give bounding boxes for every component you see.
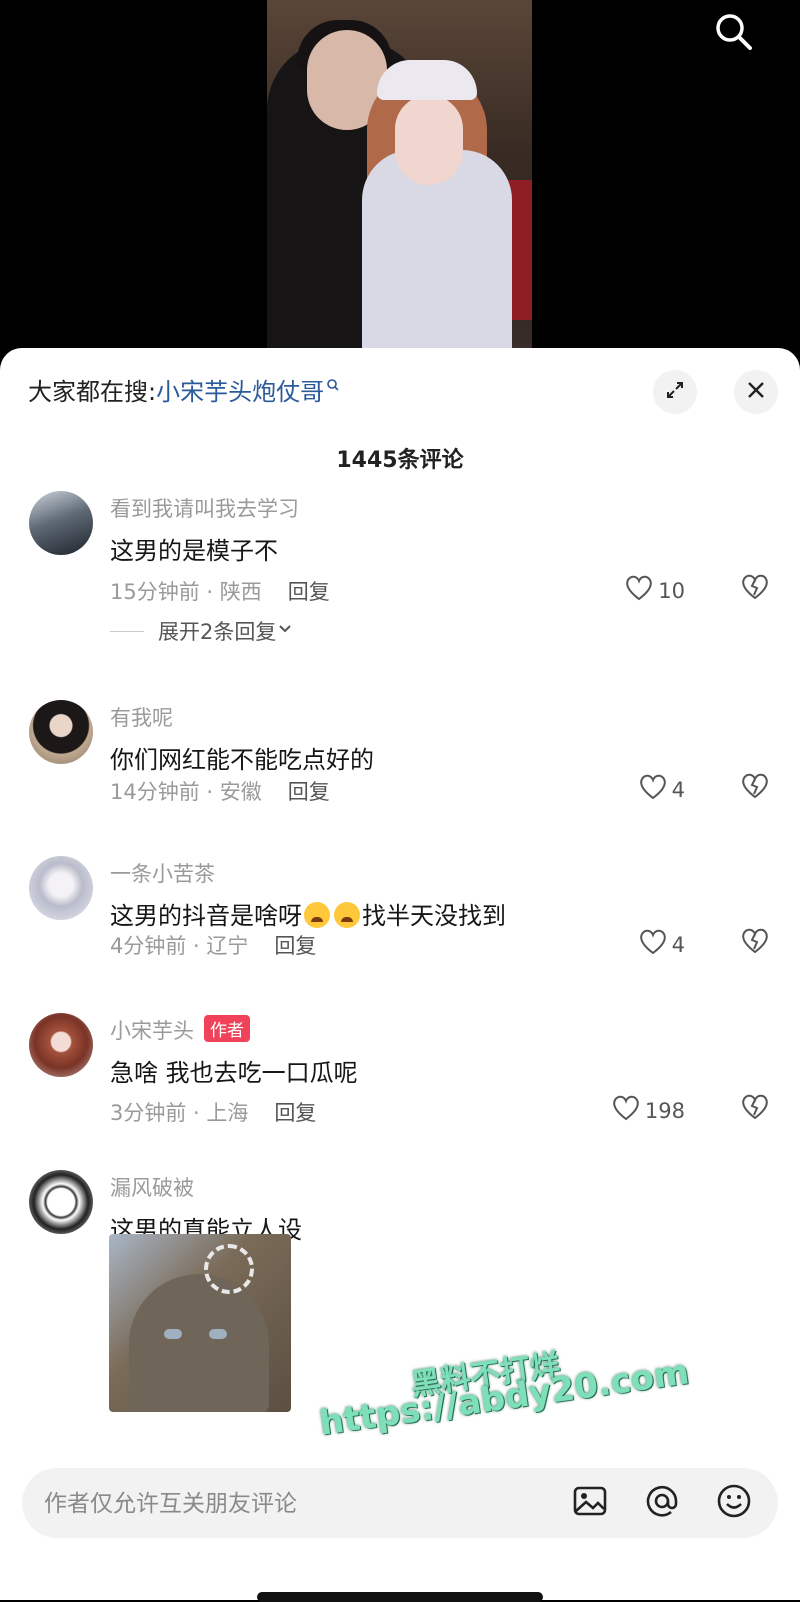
crying-face-emoji bbox=[304, 902, 330, 928]
dislike-button[interactable] bbox=[740, 772, 770, 804]
divider bbox=[110, 630, 144, 632]
hot-search-keyword[interactable]: 小宋芋头炮仗哥 bbox=[156, 378, 324, 406]
chevron-down-icon bbox=[276, 619, 294, 643]
video-player[interactable] bbox=[0, 0, 800, 360]
comment-meta: 4分钟前 · 辽宁 回复 bbox=[110, 930, 316, 960]
heart-icon bbox=[611, 1094, 645, 1127]
broken-heart-icon bbox=[740, 928, 770, 959]
reply-button[interactable]: 回复 bbox=[274, 934, 316, 958]
comment-text: 急啥 我也去吃一口瓜呢 bbox=[110, 1059, 358, 1087]
comment-time-location: 4分钟前 · 辽宁 bbox=[110, 934, 249, 958]
comment-time-location: 15分钟前 · 陕西 bbox=[110, 580, 262, 604]
video-frame bbox=[267, 0, 532, 360]
comment-meta: 15分钟前 · 陕西 回复 bbox=[110, 576, 330, 606]
heart-icon bbox=[638, 773, 672, 806]
search-icon[interactable] bbox=[712, 10, 756, 54]
comment-text: 这男的抖音是啥呀 找半天没找到 bbox=[110, 902, 506, 930]
comment-count: 1445条评论 bbox=[336, 448, 464, 473]
dislike-button[interactable] bbox=[740, 927, 770, 959]
avatar[interactable] bbox=[29, 1170, 93, 1234]
expand-replies-label: 展开2条回复 bbox=[158, 620, 277, 644]
comment-image[interactable] bbox=[109, 1234, 291, 1412]
comment-meta: 14分钟前 · 安徽 回复 bbox=[110, 776, 330, 806]
comment-meta: 3分钟前 · 上海 回复 bbox=[110, 1097, 316, 1127]
expand-icon bbox=[664, 379, 686, 405]
cat-image bbox=[129, 1274, 269, 1412]
close-button[interactable] bbox=[734, 370, 778, 414]
heart-icon bbox=[624, 574, 658, 607]
home-indicator bbox=[257, 1592, 543, 1602]
like-count: 198 bbox=[644, 1098, 685, 1123]
like-button[interactable]: 4 bbox=[638, 773, 685, 806]
hot-search[interactable]: 大家都在搜:小宋芋头炮仗哥 bbox=[28, 372, 340, 407]
crying-face-emoji bbox=[334, 902, 360, 928]
broken-heart-icon bbox=[740, 1094, 770, 1125]
avatar[interactable] bbox=[29, 491, 93, 555]
dislike-button[interactable] bbox=[740, 573, 770, 605]
broken-heart-icon bbox=[740, 773, 770, 804]
like-button[interactable]: 10 bbox=[624, 574, 685, 607]
avatar[interactable] bbox=[29, 700, 93, 764]
comment-author[interactable]: 看到我请叫我去学习 bbox=[110, 493, 299, 523]
comment-time-location: 3分钟前 · 上海 bbox=[110, 1101, 249, 1125]
like-count: 10 bbox=[658, 578, 685, 603]
comment-author[interactable]: 一条小苦茶 bbox=[110, 858, 215, 888]
comment-text: 这男的是模子不 bbox=[110, 537, 278, 565]
image-button[interactable] bbox=[570, 1483, 610, 1523]
author-badge: 作者 bbox=[204, 1015, 250, 1042]
comment-author: 小宋芋头 作者 bbox=[110, 1015, 250, 1045]
avatar[interactable] bbox=[29, 1013, 93, 1077]
dislike-button[interactable] bbox=[740, 1093, 770, 1125]
comment-time-location: 14分钟前 · 安徽 bbox=[110, 780, 262, 804]
reply-button[interactable]: 回复 bbox=[288, 780, 330, 804]
comment-input[interactable] bbox=[42, 1468, 526, 1540]
heart-icon bbox=[638, 928, 672, 961]
comment-author[interactable]: 漏风破被 bbox=[110, 1172, 194, 1202]
image-icon bbox=[572, 1483, 608, 1523]
hot-search-prefix: 大家都在搜: bbox=[28, 378, 157, 406]
reply-button[interactable]: 回复 bbox=[274, 1101, 316, 1125]
broken-heart-icon bbox=[740, 574, 770, 605]
mention-button[interactable] bbox=[642, 1483, 682, 1523]
like-button[interactable]: 198 bbox=[611, 1094, 685, 1127]
close-icon bbox=[745, 379, 767, 405]
comment-author[interactable]: 有我呢 bbox=[110, 702, 173, 732]
comment-input-bar bbox=[22, 1468, 778, 1540]
reply-button[interactable]: 回复 bbox=[288, 580, 330, 604]
small-search-icon bbox=[326, 372, 340, 400]
expand-button[interactable] bbox=[653, 370, 697, 414]
smiley-icon bbox=[716, 1483, 752, 1523]
like-count: 4 bbox=[671, 932, 685, 957]
loading-spinner-icon bbox=[204, 1244, 254, 1294]
comment-text: 你们网红能不能吃点好的 bbox=[110, 746, 374, 774]
emoji-button[interactable] bbox=[714, 1483, 754, 1523]
expand-replies-button[interactable]: 展开2条回复 bbox=[110, 616, 294, 646]
avatar[interactable] bbox=[29, 856, 93, 920]
at-icon bbox=[644, 1483, 680, 1523]
like-count: 4 bbox=[671, 777, 685, 802]
like-button[interactable]: 4 bbox=[638, 928, 685, 961]
